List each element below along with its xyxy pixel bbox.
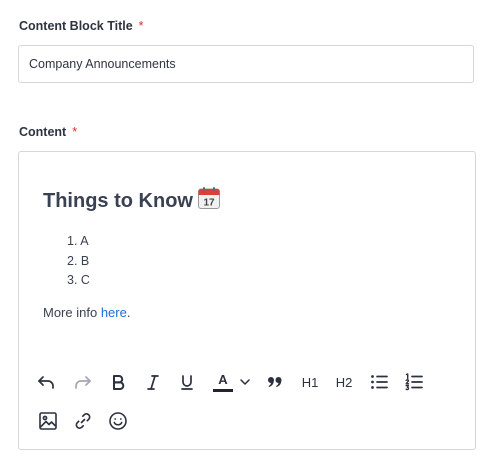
text-color-button[interactable]: A <box>209 368 237 396</box>
bullet-list-button[interactable] <box>365 368 393 396</box>
italic-icon <box>144 373 162 391</box>
editor-heading[interactable]: Things to Know 17 <box>43 186 221 216</box>
text-color-swatch <box>213 388 233 392</box>
chevron-down-icon <box>238 375 252 389</box>
calendar-day: 17 <box>203 198 215 209</box>
editor-toolbar: A H1 H2 <box>32 368 472 448</box>
more-info-text: More info <box>43 305 101 320</box>
bold-icon <box>109 373 127 391</box>
list-item[interactable]: 3. C <box>67 271 90 291</box>
insert-emoji-button[interactable] <box>104 407 132 435</box>
emoji-icon <box>108 411 128 431</box>
list-text: B <box>80 253 90 268</box>
insert-image-button[interactable] <box>34 407 62 435</box>
text-color-icon: A <box>213 371 233 392</box>
rich-text-editor[interactable]: Things to Know 17 1. A 2. B 3. C More in… <box>18 151 476 450</box>
content-label: Content * <box>19 125 77 139</box>
undo-button[interactable] <box>32 368 60 396</box>
more-info-period: . <box>126 305 131 320</box>
bullet-list-icon <box>369 372 389 392</box>
calendar-icon: 17 <box>197 186 221 216</box>
redo-button[interactable] <box>69 368 97 396</box>
numbered-list-icon <box>404 372 424 392</box>
list-item[interactable]: 2. B <box>67 252 90 272</box>
h1-button[interactable]: H1 <box>296 368 324 396</box>
list-text: C <box>80 273 90 287</box>
more-info-paragraph: More info here. <box>43 305 130 320</box>
undo-icon <box>36 372 56 392</box>
italic-button[interactable] <box>139 368 167 396</box>
insert-link-button[interactable] <box>69 407 97 435</box>
list-number: 2. <box>67 253 78 268</box>
text-color-letter: A <box>218 371 228 387</box>
list-number: 1. <box>67 234 78 248</box>
required-asterisk: * <box>138 19 144 33</box>
here-link[interactable]: here <box>101 305 127 320</box>
title-input[interactable] <box>18 45 474 83</box>
list-item[interactable]: 1. A <box>67 232 90 252</box>
content-label-text: Content <box>19 125 67 139</box>
list-number: 3. <box>67 273 78 287</box>
quote-button[interactable] <box>261 368 289 396</box>
quote-icon <box>266 373 284 391</box>
h1-label: H1 <box>301 374 319 390</box>
required-asterisk: * <box>72 125 78 139</box>
ordered-list[interactable]: 1. A 2. B 3. C <box>67 232 90 291</box>
heading-text: Things to Know <box>43 189 193 212</box>
image-icon <box>38 411 58 431</box>
title-label: Content Block Title * <box>19 19 144 33</box>
numbered-list-button[interactable] <box>400 368 428 396</box>
h2-button[interactable]: H2 <box>330 368 358 396</box>
redo-icon <box>73 372 93 392</box>
title-label-text: Content Block Title <box>19 19 133 33</box>
underline-button[interactable] <box>173 368 201 396</box>
text-color-dropdown[interactable] <box>234 368 256 396</box>
underline-icon <box>178 373 196 391</box>
link-icon <box>73 411 93 431</box>
list-text: A <box>80 234 89 248</box>
bold-button[interactable] <box>104 368 132 396</box>
h2-label: H2 <box>335 374 353 390</box>
